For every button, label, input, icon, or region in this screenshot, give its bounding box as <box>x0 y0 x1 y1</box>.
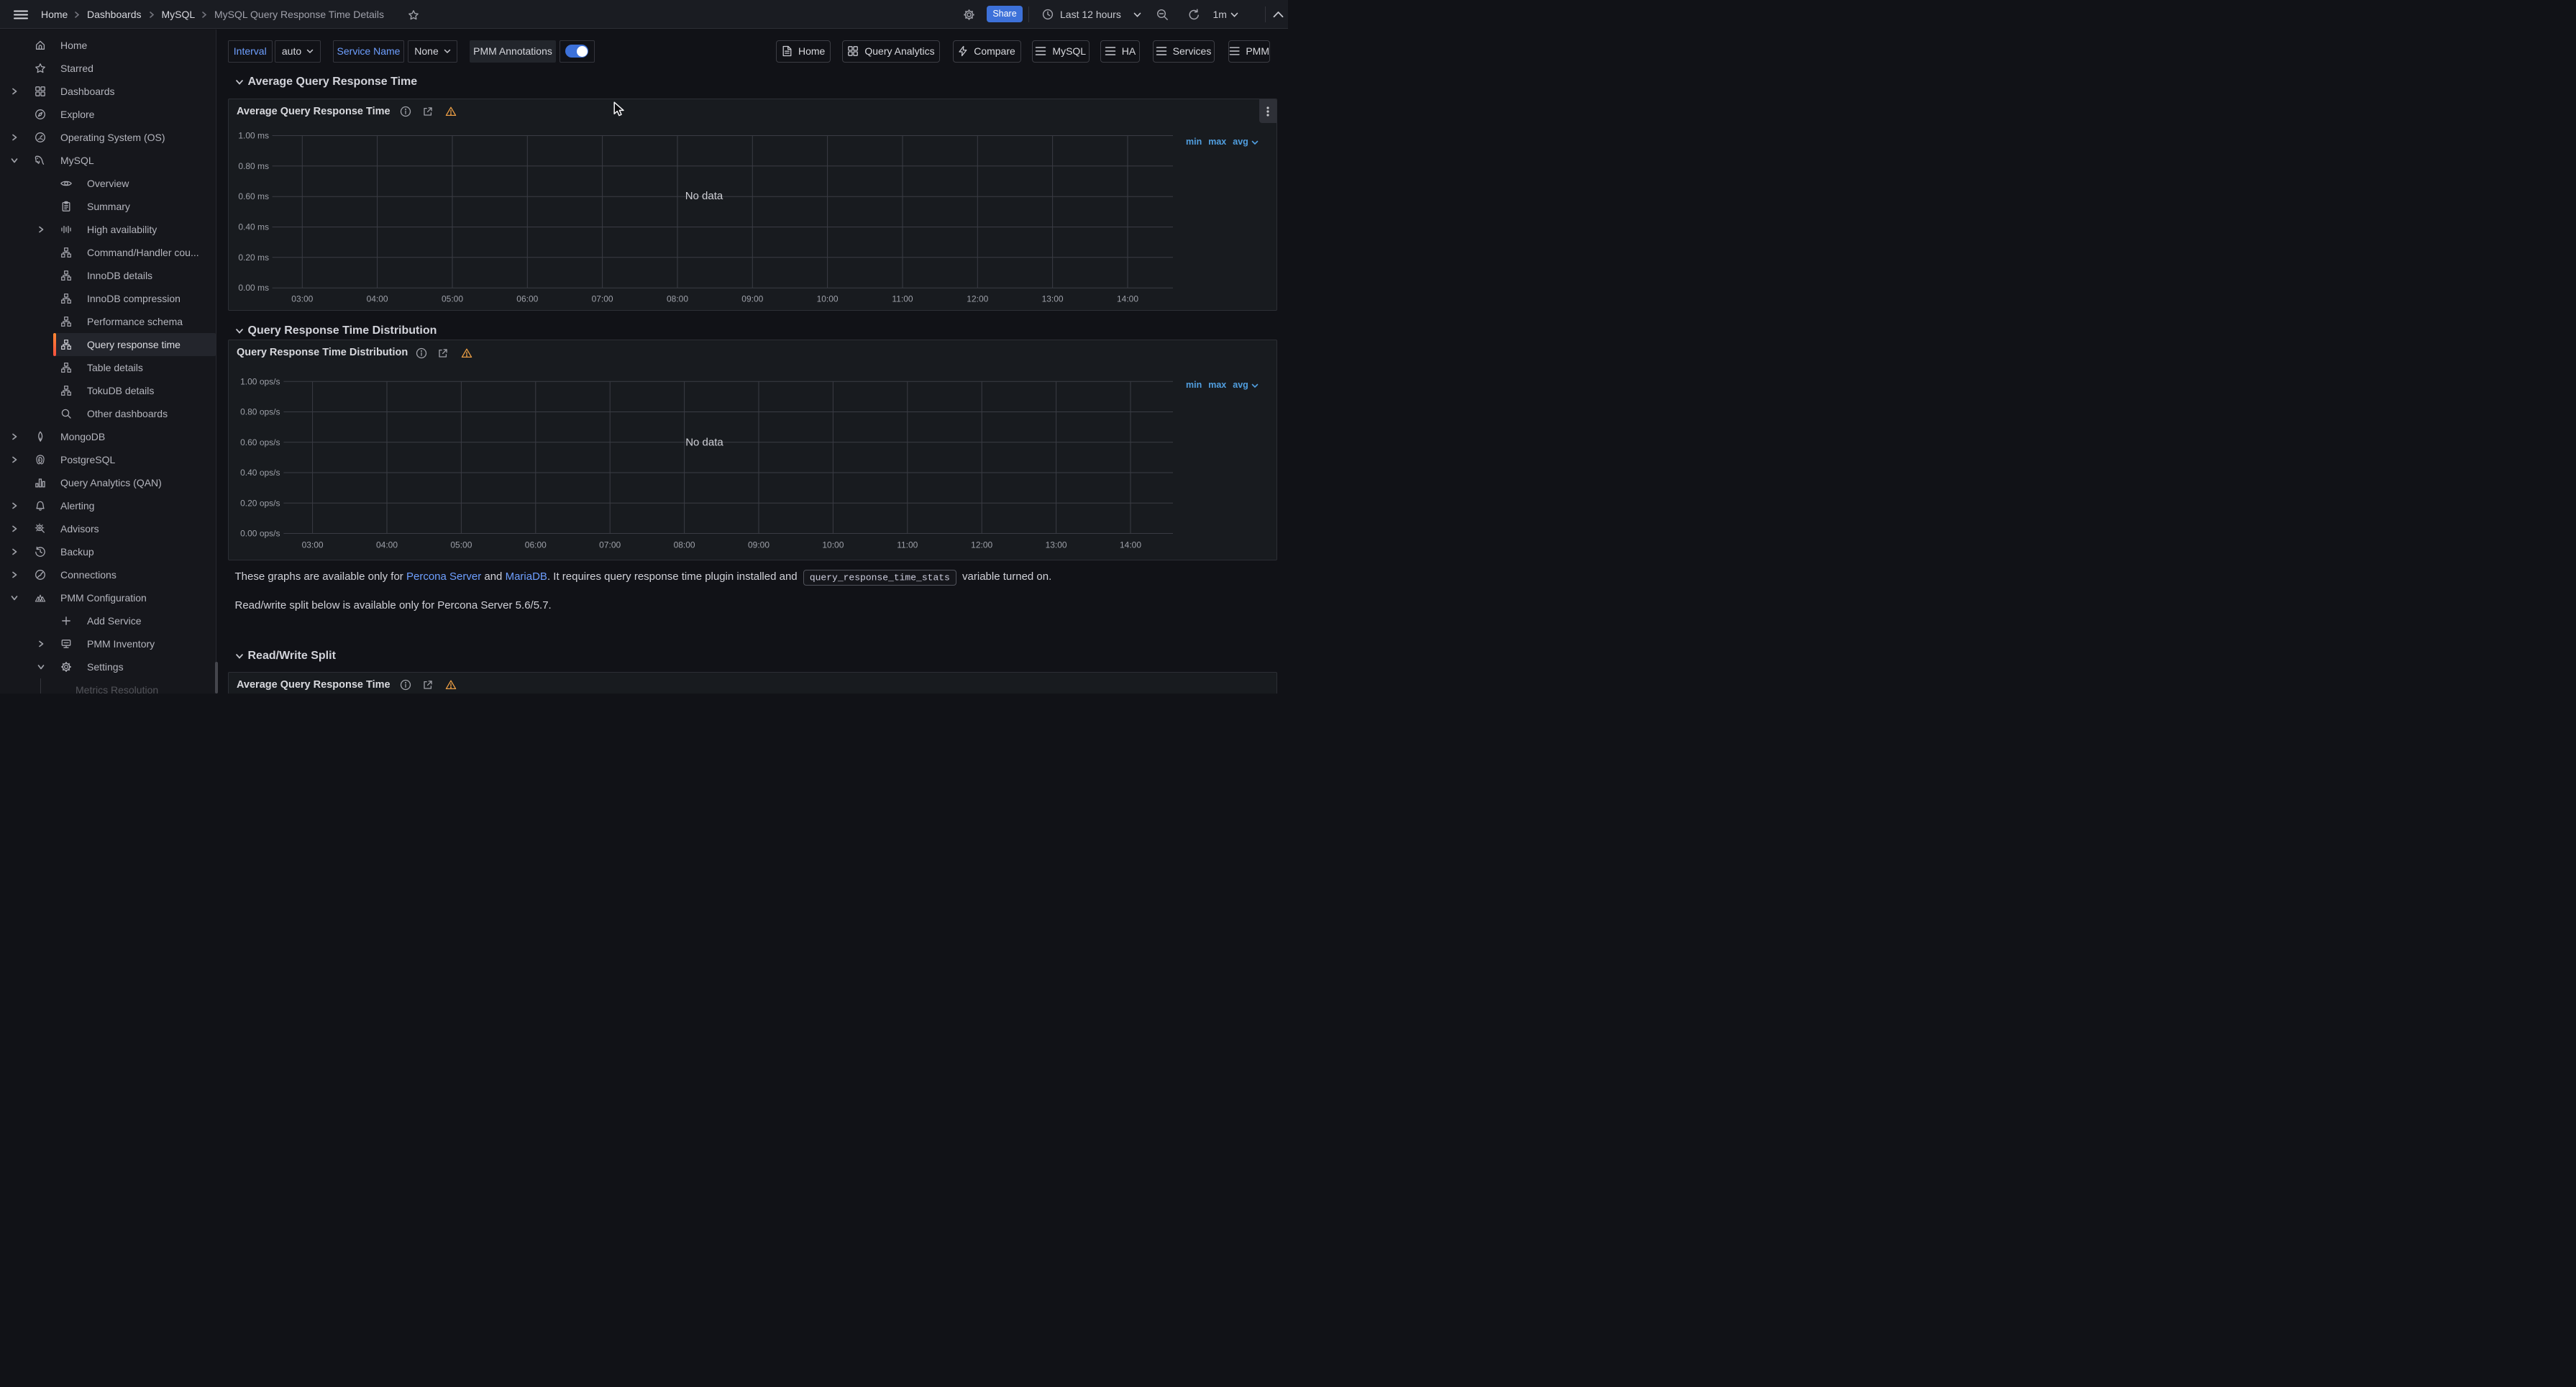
svg-text:05:00: 05:00 <box>450 540 472 550</box>
svg-text:0.00 ms: 0.00 ms <box>238 283 269 293</box>
svg-text:06:00: 06:00 <box>524 540 546 550</box>
svg-text:08:00: 08:00 <box>666 294 688 304</box>
svg-text:0.00 ops/s: 0.00 ops/s <box>240 529 280 539</box>
svg-text:08:00: 08:00 <box>673 540 695 550</box>
svg-text:13:00: 13:00 <box>1045 540 1067 550</box>
svg-text:10:00: 10:00 <box>816 294 838 304</box>
svg-text:0.60 ms: 0.60 ms <box>238 191 269 201</box>
svg-text:13:00: 13:00 <box>1041 294 1063 304</box>
svg-text:10:00: 10:00 <box>822 540 844 550</box>
svg-text:0.40 ops/s: 0.40 ops/s <box>240 468 280 478</box>
svg-text:07:00: 07:00 <box>599 540 621 550</box>
svg-text:05:00: 05:00 <box>441 294 462 304</box>
svg-text:0.80 ms: 0.80 ms <box>238 160 269 170</box>
svg-text:12:00: 12:00 <box>967 294 988 304</box>
svg-text:04:00: 04:00 <box>366 294 388 304</box>
svg-text:No data: No data <box>685 437 723 449</box>
svg-text:09:00: 09:00 <box>741 294 763 304</box>
svg-text:03:00: 03:00 <box>301 540 323 550</box>
svg-text:11:00: 11:00 <box>897 540 918 550</box>
svg-text:1.00 ms: 1.00 ms <box>238 130 269 140</box>
svg-text:1.00 ops/s: 1.00 ops/s <box>240 376 280 386</box>
svg-text:09:00: 09:00 <box>747 540 769 550</box>
svg-text:0.20 ops/s: 0.20 ops/s <box>240 498 280 508</box>
svg-text:14:00: 14:00 <box>1119 540 1141 550</box>
svg-text:07:00: 07:00 <box>591 294 613 304</box>
svg-text:04:00: 04:00 <box>375 540 397 550</box>
svg-text:0.20 ms: 0.20 ms <box>238 252 269 262</box>
svg-text:No data: No data <box>685 190 723 202</box>
svg-text:0.60 ops/s: 0.60 ops/s <box>240 437 280 447</box>
svg-text:0.40 ms: 0.40 ms <box>238 222 269 232</box>
svg-text:12:00: 12:00 <box>971 540 992 550</box>
svg-text:14:00: 14:00 <box>1116 294 1138 304</box>
svg-text:03:00: 03:00 <box>291 294 313 304</box>
svg-text:11:00: 11:00 <box>892 294 913 304</box>
svg-text:0.80 ops/s: 0.80 ops/s <box>240 407 280 417</box>
svg-text:06:00: 06:00 <box>516 294 538 304</box>
